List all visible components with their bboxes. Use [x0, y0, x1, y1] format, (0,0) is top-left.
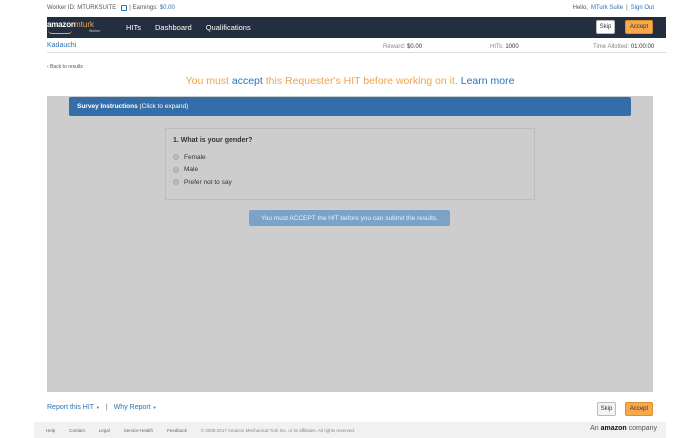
- hit-info-bar: Kadauchi Reward: $0.00 HITs: 1000 Time A…: [47, 40, 666, 53]
- nav-links: HITs Dashboard Qualifications: [126, 23, 251, 32]
- footer-help[interactable]: Help: [46, 428, 55, 433]
- report-links: Report this HIT ▼ | Why Report ▼: [47, 404, 157, 411]
- headline-part1: You must: [185, 75, 229, 87]
- footer-contact[interactable]: Contact: [69, 428, 85, 433]
- why-report-label: Why Report: [113, 404, 151, 411]
- nav-dashboard[interactable]: Dashboard: [155, 23, 192, 32]
- nav-hits[interactable]: HITs: [126, 23, 141, 32]
- headline-part2: this Requester's HIT before working on i…: [265, 75, 458, 87]
- accept-button-top[interactable]: Accept: [625, 20, 653, 34]
- caret-down-icon: ▼: [95, 405, 100, 410]
- logo-mturk: mturk: [74, 20, 94, 29]
- worker-id: Worker ID: MTURKSUITE: [47, 5, 117, 11]
- logo-amazon: amazon: [47, 20, 76, 29]
- earnings-link[interactable]: $0.00: [160, 5, 175, 11]
- option-prefer-not[interactable]: Prefer not to say: [173, 176, 527, 189]
- question-panel: 1. What is your gender? Female Male Pref…: [165, 128, 535, 200]
- worker-info: Worker ID: MTURKSUITE | Earnings: $0.00: [47, 5, 175, 11]
- option-label: Male: [184, 166, 199, 174]
- hit-frame: Survey Instructions (Click to expand) 1.…: [47, 96, 653, 392]
- amazon-smile-icon: [48, 30, 72, 34]
- back-to-results-link[interactable]: ‹ Back to results: [47, 64, 83, 70]
- accept-warning-headline: You must accept this Requester's HIT bef…: [0, 75, 700, 87]
- accept-button-bottom[interactable]: Accept: [625, 402, 653, 416]
- caret-down-icon: ▼: [152, 405, 157, 410]
- report-hit-dropdown[interactable]: Report this HIT ▼: [47, 404, 100, 411]
- time-allotted: Time Allotted: 01:00:00: [593, 44, 654, 50]
- requester-link[interactable]: Kadauchi: [47, 42, 76, 49]
- user-menu: Hello, MTurk Suite | Sign Out: [573, 5, 654, 11]
- user-name-link[interactable]: MTurk Suite: [591, 5, 623, 11]
- time-value: 01:00:00: [630, 44, 655, 50]
- submit-disabled-notice: You must ACCEPT the HIT before you can s…: [249, 210, 450, 226]
- footer-service-health[interactable]: Service Health: [124, 428, 153, 433]
- company-brand: amazon: [600, 425, 627, 432]
- reward: Reward: $0.00: [383, 44, 422, 50]
- option-label: Prefer not to say: [184, 178, 232, 186]
- learn-more-link[interactable]: Learn more: [461, 75, 515, 87]
- earnings-label: | Earnings:: [129, 5, 158, 11]
- survey-instructions-toggle[interactable]: Survey Instructions (Click to expand): [69, 97, 631, 116]
- reward-value: $0.00: [407, 44, 423, 50]
- radio-icon[interactable]: [173, 154, 179, 161]
- accept-link[interactable]: accept: [232, 75, 263, 87]
- main-nav: amazon mturk Worker HITs Dashboard Quali…: [47, 17, 666, 38]
- copyright: © 2005-2017 Amazon Mechanical Turk Inc. …: [200, 428, 356, 433]
- company-suffix: company: [628, 425, 657, 432]
- skip-button-bottom[interactable]: Skip: [597, 402, 616, 416]
- copy-icon[interactable]: [121, 5, 128, 11]
- question-text: 1. What is your gender?: [173, 137, 253, 144]
- why-report-dropdown[interactable]: Why Report ▼: [114, 404, 157, 411]
- instructions-hint: (Click to expand): [139, 103, 189, 110]
- hits-value: 1000: [505, 44, 519, 50]
- separator: |: [105, 404, 108, 411]
- separator: |: [626, 5, 628, 11]
- site-footer: Help Contact Legal Service Health Feedba…: [34, 422, 666, 438]
- reward-label: Reward:: [383, 44, 406, 50]
- amazon-company-logo: An amazon company: [590, 425, 657, 432]
- time-label: Time Allotted:: [593, 44, 630, 50]
- nav-qualifications[interactable]: Qualifications: [206, 23, 251, 32]
- sign-out-link[interactable]: Sign Out: [631, 5, 654, 11]
- worker-bar: Worker ID: MTURKSUITE | Earnings: $0.00 …: [0, 0, 700, 16]
- mturk-logo[interactable]: amazon mturk Worker: [47, 19, 107, 36]
- footer-legal[interactable]: Legal: [99, 428, 110, 433]
- option-female[interactable]: Female: [173, 151, 527, 164]
- instructions-title: Survey Instructions: [77, 103, 138, 110]
- hit-footer: Report this HIT ▼ | Why Report ▼ Skip Ac…: [47, 399, 666, 419]
- footer-feedback[interactable]: Feedback: [167, 428, 187, 433]
- company-prefix: An: [590, 425, 599, 432]
- radio-icon[interactable]: [173, 166, 179, 173]
- option-male[interactable]: Male: [173, 164, 527, 177]
- skip-button-top[interactable]: Skip: [596, 20, 615, 34]
- radio-icon[interactable]: [173, 179, 179, 186]
- hits-count: HITs: 1000: [490, 44, 519, 50]
- hello-label: Hello,: [572, 5, 588, 11]
- report-hit-label: Report this HIT: [47, 404, 94, 411]
- footer-links: Help Contact Legal Service Health Feedba…: [46, 428, 355, 433]
- hits-label: HITs:: [490, 44, 504, 50]
- logo-worker: Worker: [89, 29, 101, 33]
- option-label: Female: [184, 153, 206, 161]
